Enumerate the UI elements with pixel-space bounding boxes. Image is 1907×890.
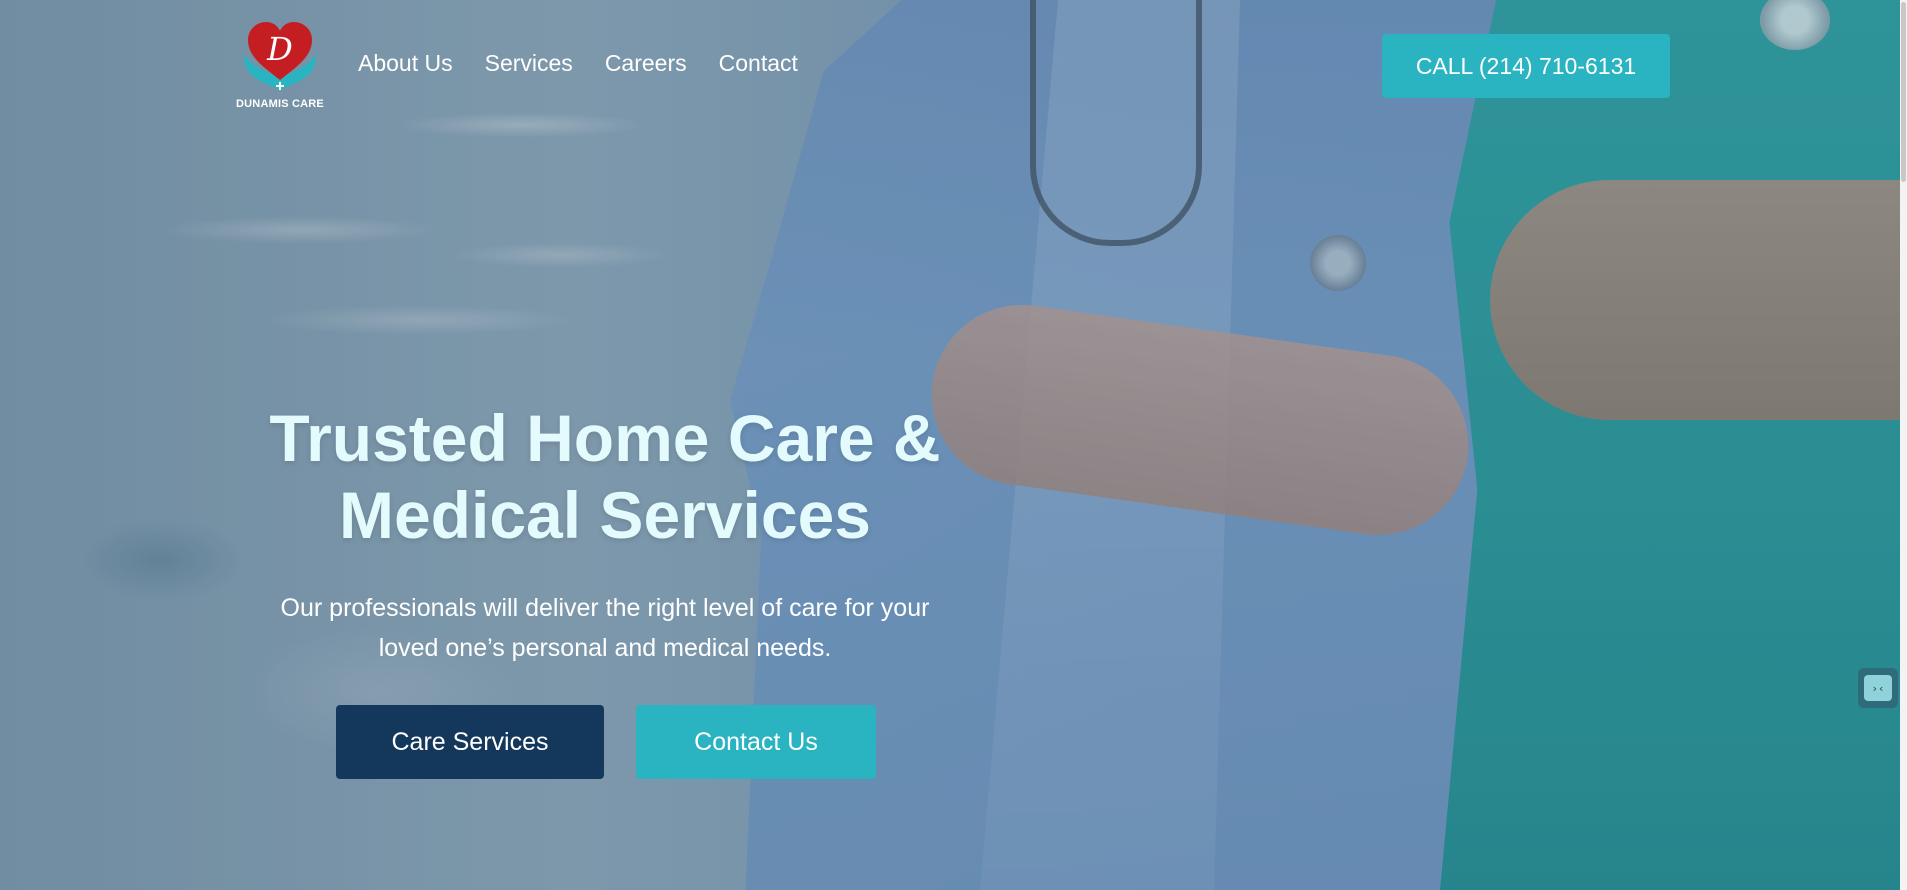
nav-contact[interactable]: Contact <box>719 50 798 77</box>
hero-section: Trusted Home Care & Medical Services Our… <box>210 400 1000 668</box>
heart-logo-icon: D <box>243 22 317 90</box>
svg-text:D: D <box>266 30 293 68</box>
site-header: D DUNAMIS CARE About Us Services Careers… <box>0 0 1907 130</box>
hero-title: Trusted Home Care & Medical Services <box>210 400 1000 554</box>
hero-subtitle: Our professionals will deliver the right… <box>210 588 1000 668</box>
hero-subtitle-line-1: Our professionals will deliver the right… <box>280 594 930 622</box>
floating-widget-button[interactable]: ›‹ <box>1858 668 1898 708</box>
nav-careers[interactable]: Careers <box>605 50 687 77</box>
hero-title-line-1: Trusted Home Care & <box>269 401 941 475</box>
hero-actions: Care Services Contact Us <box>336 705 876 779</box>
nav-about-us[interactable]: About Us <box>358 50 453 77</box>
logo[interactable]: D DUNAMIS CARE <box>234 18 326 114</box>
code-icon: ›‹ <box>1864 675 1892 701</box>
hero-title-line-2: Medical Services <box>339 478 871 552</box>
logo-text: DUNAMIS CARE <box>236 98 324 110</box>
contact-us-button[interactable]: Contact Us <box>636 705 876 779</box>
care-services-button[interactable]: Care Services <box>336 705 604 779</box>
call-phone-button[interactable]: CALL (214) 710-6131 <box>1382 34 1670 98</box>
main-nav: About Us Services Careers Contact <box>358 50 830 77</box>
hero-subtitle-line-2: loved one’s personal and medical needs. <box>378 634 832 662</box>
nav-services[interactable]: Services <box>485 50 573 77</box>
scrollbar-thumb[interactable] <box>1901 2 1906 182</box>
home-page: D DUNAMIS CARE About Us Services Careers… <box>0 0 1907 890</box>
